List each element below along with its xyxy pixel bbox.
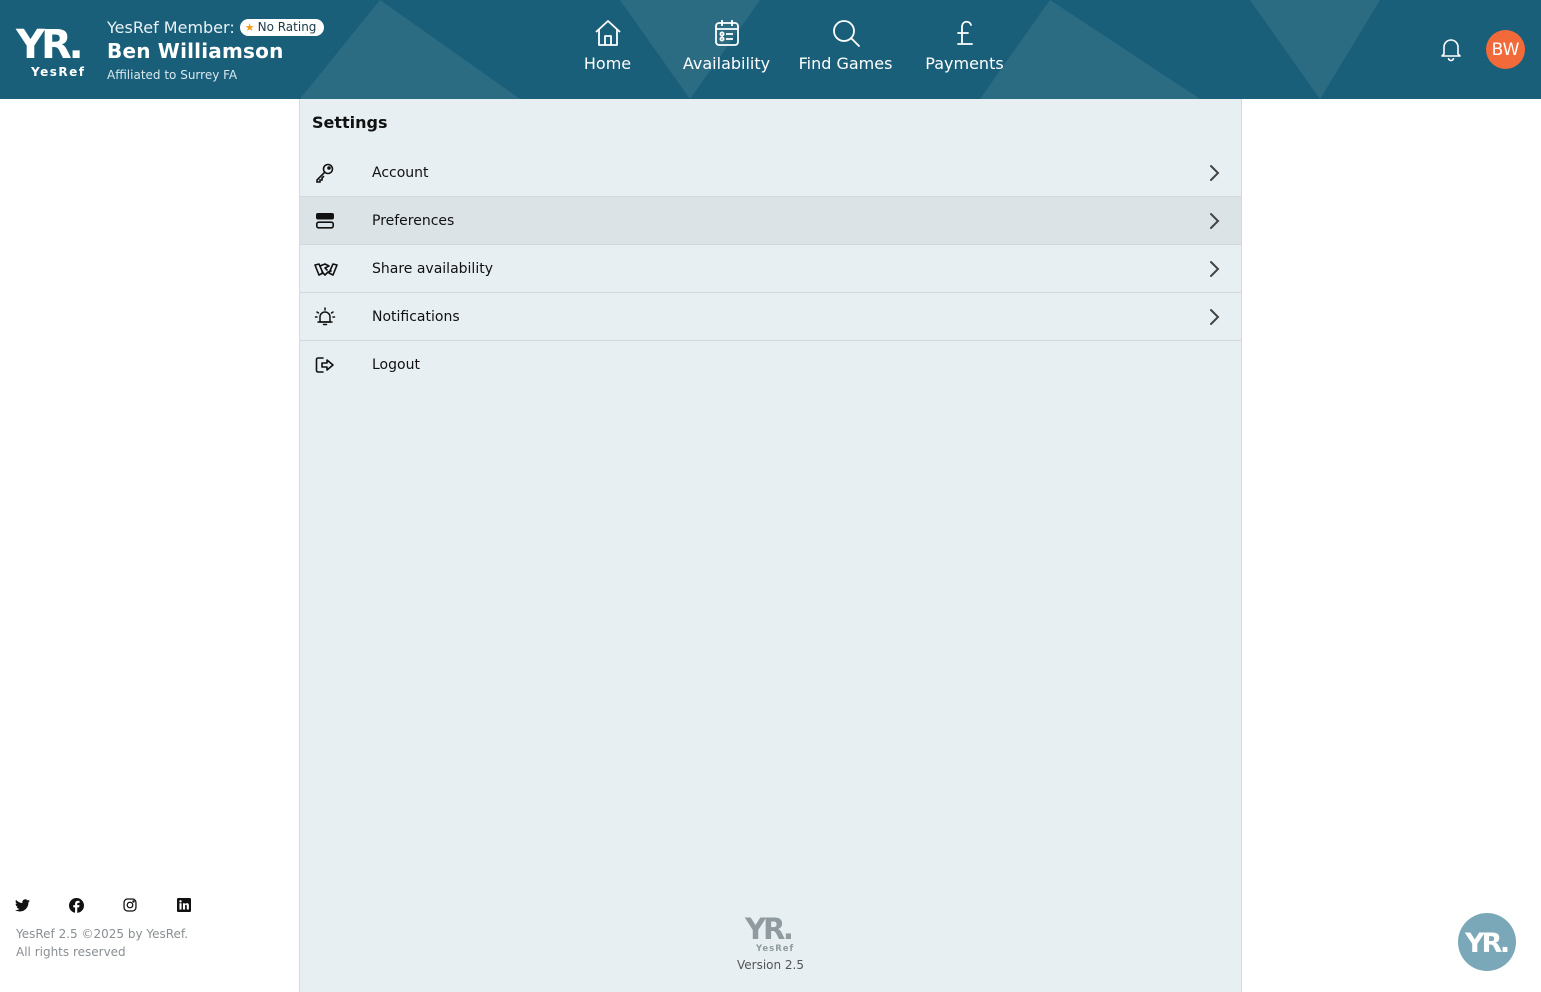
svg-text:YesRef: YesRef (30, 65, 85, 79)
home-icon (591, 16, 625, 50)
nav-availability[interactable]: Availability (667, 16, 786, 80)
chevron-right-icon (1204, 259, 1224, 279)
settings-item-logout[interactable]: Logout (300, 341, 1241, 389)
copyright-line: YesRef 2.5 ©2025 by YesRef. (16, 927, 189, 941)
star-icon: ★ (244, 20, 255, 34)
member-name: Ben Williamson (107, 39, 284, 63)
facebook-icon[interactable] (68, 897, 84, 913)
member-label: YesRef Member: (107, 17, 235, 37)
settings-item-label: Logout (372, 357, 420, 373)
yesref-logo[interactable]: YR. YesRef (14, 20, 94, 80)
settings-item-label: Preferences (372, 212, 455, 229)
search-icon (829, 16, 863, 50)
top-header: YR. YesRef YesRef Member: ★ No Rating Be… (0, 0, 1541, 99)
settings-item-label: Share availability (372, 260, 493, 277)
logout-icon (314, 354, 336, 376)
pound-icon (948, 16, 982, 50)
copyright: YesRef 2.5 ©2025 by YesRef. All rights r… (16, 925, 188, 961)
settings-list: Account Preferences Share availability N… (300, 149, 1241, 389)
svg-text:YR.: YR. (744, 912, 792, 946)
settings-panel: Settings Account Preferences Share avail… (299, 99, 1242, 992)
yesref-fab-button[interactable]: YR. (1458, 913, 1516, 971)
yesref-footer-logo: YR. YesRef (744, 911, 800, 954)
main-nav: Home Availability Find Games Payments (548, 16, 1024, 80)
calendar-icon (710, 16, 744, 50)
instagram-icon[interactable] (122, 897, 138, 913)
preferences-icon (314, 210, 336, 232)
rights-line: All rights reserved (16, 945, 126, 959)
settings-item-account[interactable]: Account (300, 149, 1241, 197)
handshake-icon (314, 258, 338, 280)
key-icon (314, 162, 336, 184)
settings-item-notifications[interactable]: Notifications (300, 293, 1241, 341)
bell-icon[interactable] (1437, 35, 1465, 63)
nav-find-games-label: Find Games (798, 54, 893, 73)
rating-badge: ★ No Rating (239, 18, 325, 36)
chevron-right-icon (1204, 211, 1224, 231)
yesref-fab-logo: YR. (1464, 928, 1511, 959)
social-links (14, 897, 230, 913)
rating-text: No Rating (257, 20, 317, 34)
affiliation-text: Affiliated to Surrey FA (107, 68, 238, 82)
avatar[interactable]: BW (1486, 30, 1525, 69)
version-text: Version 2.5 (736, 958, 805, 972)
linkedin-icon[interactable] (176, 897, 192, 913)
settings-item-label: Notifications (372, 308, 460, 325)
settings-item-label: Account (372, 164, 429, 181)
svg-text:YR.: YR. (1464, 928, 1508, 959)
chevron-right-icon (1204, 163, 1224, 183)
twitter-icon[interactable] (14, 897, 30, 913)
page-title: Settings (312, 113, 388, 132)
settings-item-share-availability[interactable]: Share availability (300, 245, 1241, 293)
svg-text:YR.: YR. (15, 22, 81, 68)
nav-availability-label: Availability (682, 54, 771, 73)
nav-home-label: Home (583, 54, 632, 73)
chevron-right-icon (1204, 307, 1224, 327)
alarm-bell-icon (314, 306, 336, 328)
nav-home[interactable]: Home (548, 16, 667, 80)
svg-text:YesRef: YesRef (755, 944, 794, 953)
nav-payments[interactable]: Payments (905, 16, 1024, 80)
nav-find-games[interactable]: Find Games (786, 16, 905, 80)
member-info: YesRef Member: ★ No Rating Ben Williamso… (107, 16, 325, 82)
nav-payments-label: Payments (925, 54, 1004, 73)
member-line: YesRef Member: ★ No Rating (107, 16, 325, 38)
settings-item-preferences[interactable]: Preferences (300, 197, 1241, 245)
